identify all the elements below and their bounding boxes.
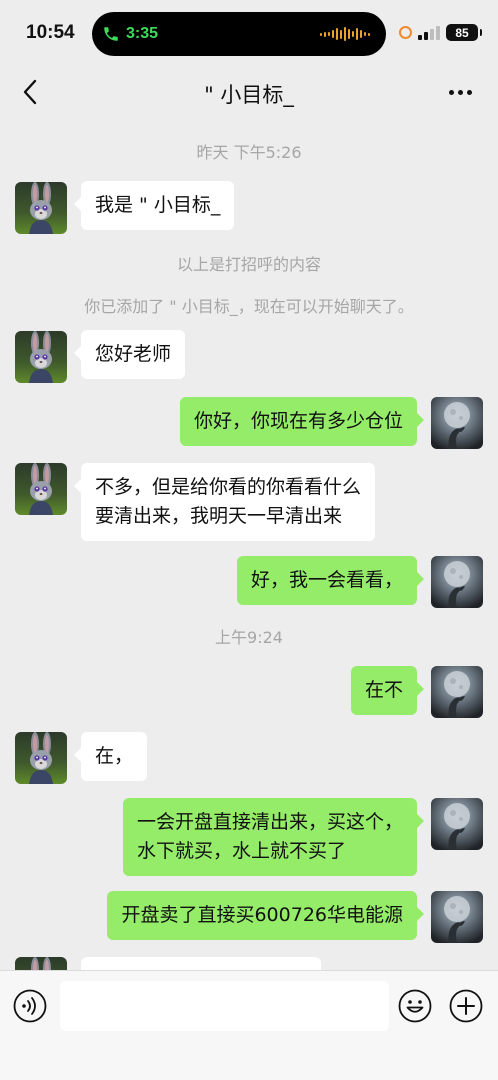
phone-icon: [104, 27, 118, 41]
message-line: 一会开盘直接清出来，买这个，: [136, 811, 403, 833]
voice-icon: [13, 989, 47, 1023]
emoji-icon: [398, 989, 432, 1023]
more-dot: [457, 89, 463, 95]
self-avatar[interactable]: [431, 798, 483, 850]
message-bubble-outgoing[interactable]: 在不: [350, 666, 425, 715]
message-bubble-outgoing[interactable]: 好，我一会看看，: [236, 556, 425, 605]
timestamp: 上午9:24: [215, 628, 283, 647]
message-bubble-incoming[interactable]: [81, 957, 321, 970]
moon-avatar-image: [431, 556, 483, 608]
self-avatar[interactable]: [431, 666, 483, 718]
contact-avatar[interactable]: [15, 331, 67, 383]
message-bubble-outgoing[interactable]: 开盘卖了直接买600726华电能源: [107, 891, 424, 940]
bunny-avatar-image: [15, 957, 67, 970]
self-avatar[interactable]: [431, 556, 483, 608]
message-bubble-incoming[interactable]: 在，: [73, 732, 148, 781]
self-avatar[interactable]: [431, 891, 483, 943]
contact-avatar[interactable]: [15, 957, 67, 970]
more-functions-button[interactable]: [449, 989, 483, 1023]
self-avatar[interactable]: [431, 397, 483, 449]
status-indicators: 85: [399, 24, 482, 41]
contact-avatar[interactable]: [15, 182, 67, 234]
bunny-avatar-image: [15, 732, 67, 784]
emoji-button[interactable]: [398, 989, 432, 1023]
more-dot: [466, 89, 472, 95]
audio-waveform-icon: [320, 27, 370, 41]
bunny-avatar-image: [15, 331, 67, 383]
moon-avatar-image: [431, 798, 483, 850]
message-input[interactable]: [60, 981, 389, 1031]
message-line: 要清出来，我明天一早清出来: [95, 505, 343, 527]
status-time: 10:54: [26, 22, 75, 43]
chat-title: " 小目标_: [204, 83, 294, 107]
status-bar: 10:54 3:35 85: [0, 0, 498, 62]
system-message: 你已添加了 " 小目标_，现在可以开始聊天了。: [84, 297, 414, 316]
message-bubble-outgoing[interactable]: 一会开盘直接清出来，买这个， 水下就买，水上就不买了: [122, 798, 425, 876]
moon-avatar-image: [431, 666, 483, 718]
battery-level: 85: [455, 25, 469, 40]
message-line: 水下就买，水上就不买了: [136, 840, 346, 862]
system-message: 以上是打招呼的内容: [176, 255, 321, 274]
recording-dot-icon: [399, 26, 412, 39]
message-bubble-incoming[interactable]: 我是 " 小目标_: [73, 181, 235, 230]
input-bar: [0, 970, 498, 1080]
cellular-signal-icon: [418, 25, 440, 40]
battery-icon: 85: [446, 24, 482, 41]
ongoing-call-indicator[interactable]: 3:35: [102, 21, 158, 47]
more-options-button[interactable]: [444, 80, 476, 104]
message-bubble-incoming[interactable]: 您好老师: [73, 330, 186, 379]
moon-avatar-image: [431, 397, 483, 449]
voice-input-button[interactable]: [13, 989, 47, 1023]
bunny-avatar-image: [15, 182, 67, 234]
contact-avatar[interactable]: [15, 732, 67, 784]
moon-avatar-image: [431, 891, 483, 943]
dynamic-island[interactable]: 3:35: [92, 12, 386, 56]
call-timer: 3:35: [126, 25, 159, 42]
chat-header: " 小目标_: [0, 62, 498, 122]
timestamp: 昨天 下午5:26: [196, 143, 302, 162]
more-dot: [448, 89, 454, 95]
plus-icon: [449, 989, 483, 1023]
contact-avatar[interactable]: [15, 463, 67, 515]
message-line: 不多，但是给你看的你看看什么: [95, 476, 362, 498]
message-list[interactable]: 昨天 下午5:26 我是 " 小目标_ 以上是打招呼的内容 你已添加了 " 小目…: [0, 122, 498, 970]
message-bubble-outgoing[interactable]: 你好，你现在有多少仓位: [179, 397, 425, 446]
message-bubble-incoming[interactable]: 不多，但是给你看的你看看什么 要清出来，我明天一早清出来: [73, 463, 376, 541]
bunny-avatar-image: [15, 463, 67, 515]
